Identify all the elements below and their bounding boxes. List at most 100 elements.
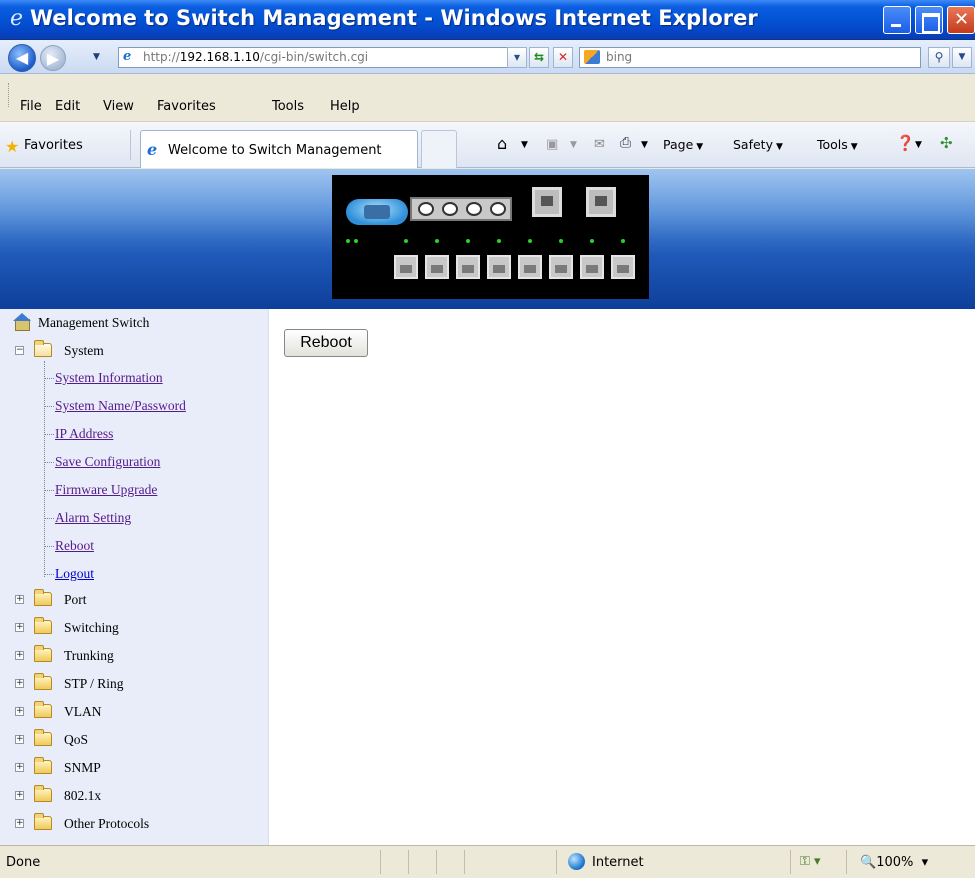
page-label: Page xyxy=(663,137,694,152)
menu-help[interactable]: Help xyxy=(330,99,360,115)
tree-node-trunking[interactable]: + Trunking xyxy=(0,644,260,668)
close-button[interactable] xyxy=(947,6,975,34)
mail-icon[interactable]: ✉ xyxy=(594,137,605,152)
link-alarm-setting[interactable]: Alarm Setting xyxy=(55,506,131,530)
link-save-configuration[interactable]: Save Configuration xyxy=(55,450,160,474)
tree-node-stp-ring[interactable]: + STP / Ring xyxy=(0,672,260,696)
tree-node-snmp[interactable]: + SNMP xyxy=(0,756,260,780)
port-led xyxy=(404,239,408,243)
protected-mode-icon[interactable]: ⚿ ▾ xyxy=(800,854,821,869)
address-input[interactable]: e http://192.168.1.10/cgi-bin/switch.cgi xyxy=(118,47,526,68)
zoom-level[interactable]: 🔍100% ▾ xyxy=(860,855,928,870)
minimize-button[interactable] xyxy=(883,6,911,34)
help-dropdown-icon[interactable]: ▼ xyxy=(915,140,922,150)
title-bar[interactable]: e Welcome to Switch Management - Windows… xyxy=(0,0,975,40)
zoom-value: 100% xyxy=(876,855,914,870)
tools-label: Tools xyxy=(817,137,848,152)
tree-node-port[interactable]: + Port xyxy=(0,588,260,612)
tree-node-8021x[interactable]: + 802.1x xyxy=(0,784,260,808)
page-favicon-icon: e xyxy=(123,49,132,64)
home-dropdown-icon[interactable]: ▼ xyxy=(521,140,528,150)
link-logout[interactable]: Logout xyxy=(55,562,94,586)
status-divider xyxy=(380,850,381,874)
maximize-button[interactable] xyxy=(915,6,943,34)
page-content: Management Switch − System System Inform… xyxy=(0,169,975,845)
home-icon xyxy=(13,313,31,331)
address-dropdown-button[interactable]: ▾ xyxy=(507,47,527,68)
tree-node-label: QoS xyxy=(64,732,89,747)
stop-button[interactable]: ✕ xyxy=(553,47,573,68)
tree-connector xyxy=(45,518,54,519)
expand-icon[interactable]: + xyxy=(15,679,24,688)
link-system-name-password[interactable]: System Name/Password xyxy=(55,394,186,418)
tree-node-system[interactable]: − System xyxy=(0,339,260,363)
expand-icon[interactable]: + xyxy=(15,595,24,604)
help-icon[interactable]: ❓ xyxy=(896,134,915,152)
link-system-information[interactable]: System Information xyxy=(55,366,163,390)
expand-icon[interactable]: + xyxy=(15,763,24,772)
ie-logo-icon: e xyxy=(147,140,158,159)
expand-icon[interactable]: + xyxy=(15,735,24,744)
folder-icon xyxy=(34,813,52,830)
link-ip-address[interactable]: IP Address xyxy=(55,422,113,446)
menu-favorites[interactable]: Favorites xyxy=(157,99,216,115)
search-button[interactable]: ⚲ xyxy=(928,47,950,68)
collapse-icon[interactable]: − xyxy=(15,346,24,355)
tree-connector xyxy=(45,434,54,435)
expand-icon[interactable]: + xyxy=(15,791,24,800)
forward-button[interactable]: ▶ xyxy=(40,45,66,71)
tree-node-label: 802.1x xyxy=(64,788,102,803)
history-dropdown-icon[interactable]: ▼ xyxy=(93,52,100,62)
expand-icon[interactable]: + xyxy=(15,819,24,828)
tree-node-vlan[interactable]: + VLAN xyxy=(0,700,260,724)
page-menu[interactable]: Page ▼ xyxy=(663,137,703,152)
folder-icon xyxy=(34,673,52,690)
feeds-icon[interactable]: ▣ xyxy=(546,137,558,152)
folder-icon xyxy=(34,729,52,746)
search-input[interactable]: bing xyxy=(579,47,921,68)
expand-icon[interactable]: + xyxy=(15,651,24,660)
expand-icon[interactable]: + xyxy=(15,707,24,716)
feeds-dropdown-icon[interactable]: ▼ xyxy=(570,140,577,150)
menu-edit[interactable]: Edit xyxy=(55,99,80,115)
safety-menu[interactable]: Safety ▼ xyxy=(733,137,783,152)
port-led xyxy=(466,239,470,243)
search-options-button[interactable]: ▼ xyxy=(952,47,972,68)
tools-menu[interactable]: Tools ▼ xyxy=(817,137,858,152)
port-led xyxy=(497,239,501,243)
tree-node-qos[interactable]: + QoS xyxy=(0,728,260,752)
folder-icon xyxy=(34,701,52,718)
tree-root[interactable]: Management Switch xyxy=(0,311,260,335)
home-icon[interactable]: ⌂ xyxy=(497,134,507,153)
address-row: ◀ ▶ ▼ e http://192.168.1.10/cgi-bin/switc… xyxy=(0,40,975,74)
tree-node-other-protocols[interactable]: + Other Protocols xyxy=(0,812,260,836)
reboot-button[interactable]: Reboot xyxy=(284,329,368,357)
switch-front-panel-image xyxy=(332,175,649,299)
back-button[interactable]: ◀ xyxy=(8,44,36,72)
tree-connector xyxy=(45,574,54,575)
tree-node-switching[interactable]: + Switching xyxy=(0,616,260,640)
menu-file[interactable]: File xyxy=(20,99,42,115)
tree-node-label: Port xyxy=(64,592,87,607)
favorites-star-icon[interactable]: ★ xyxy=(5,137,19,156)
tree-connector xyxy=(45,462,54,463)
menu-grip[interactable] xyxy=(8,83,10,107)
link-reboot[interactable]: Reboot xyxy=(55,534,94,558)
menu-tools[interactable]: Tools xyxy=(272,99,304,115)
url-path: /cgi-bin/switch.cgi xyxy=(259,50,369,64)
refresh-button[interactable]: ⇆ xyxy=(529,47,549,68)
security-zone[interactable]: Internet xyxy=(592,855,644,870)
expand-icon[interactable]: + xyxy=(15,623,24,632)
tree-connector xyxy=(45,546,54,547)
favorites-button[interactable]: Favorites xyxy=(24,138,83,153)
print-dropdown-icon[interactable]: ▼ xyxy=(641,140,648,150)
window-title: Welcome to Switch Management - Windows I… xyxy=(30,6,758,30)
tab-welcome[interactable]: e Welcome to Switch Management xyxy=(140,130,418,168)
tree-connector xyxy=(45,406,54,407)
status-text: Done xyxy=(6,855,41,870)
link-firmware-upgrade[interactable]: Firmware Upgrade xyxy=(55,478,157,502)
research-icon[interactable]: ✣ xyxy=(940,134,953,152)
menu-view[interactable]: View xyxy=(103,99,134,115)
print-icon[interactable]: ⎙ xyxy=(620,135,631,151)
new-tab-button[interactable] xyxy=(421,130,457,168)
